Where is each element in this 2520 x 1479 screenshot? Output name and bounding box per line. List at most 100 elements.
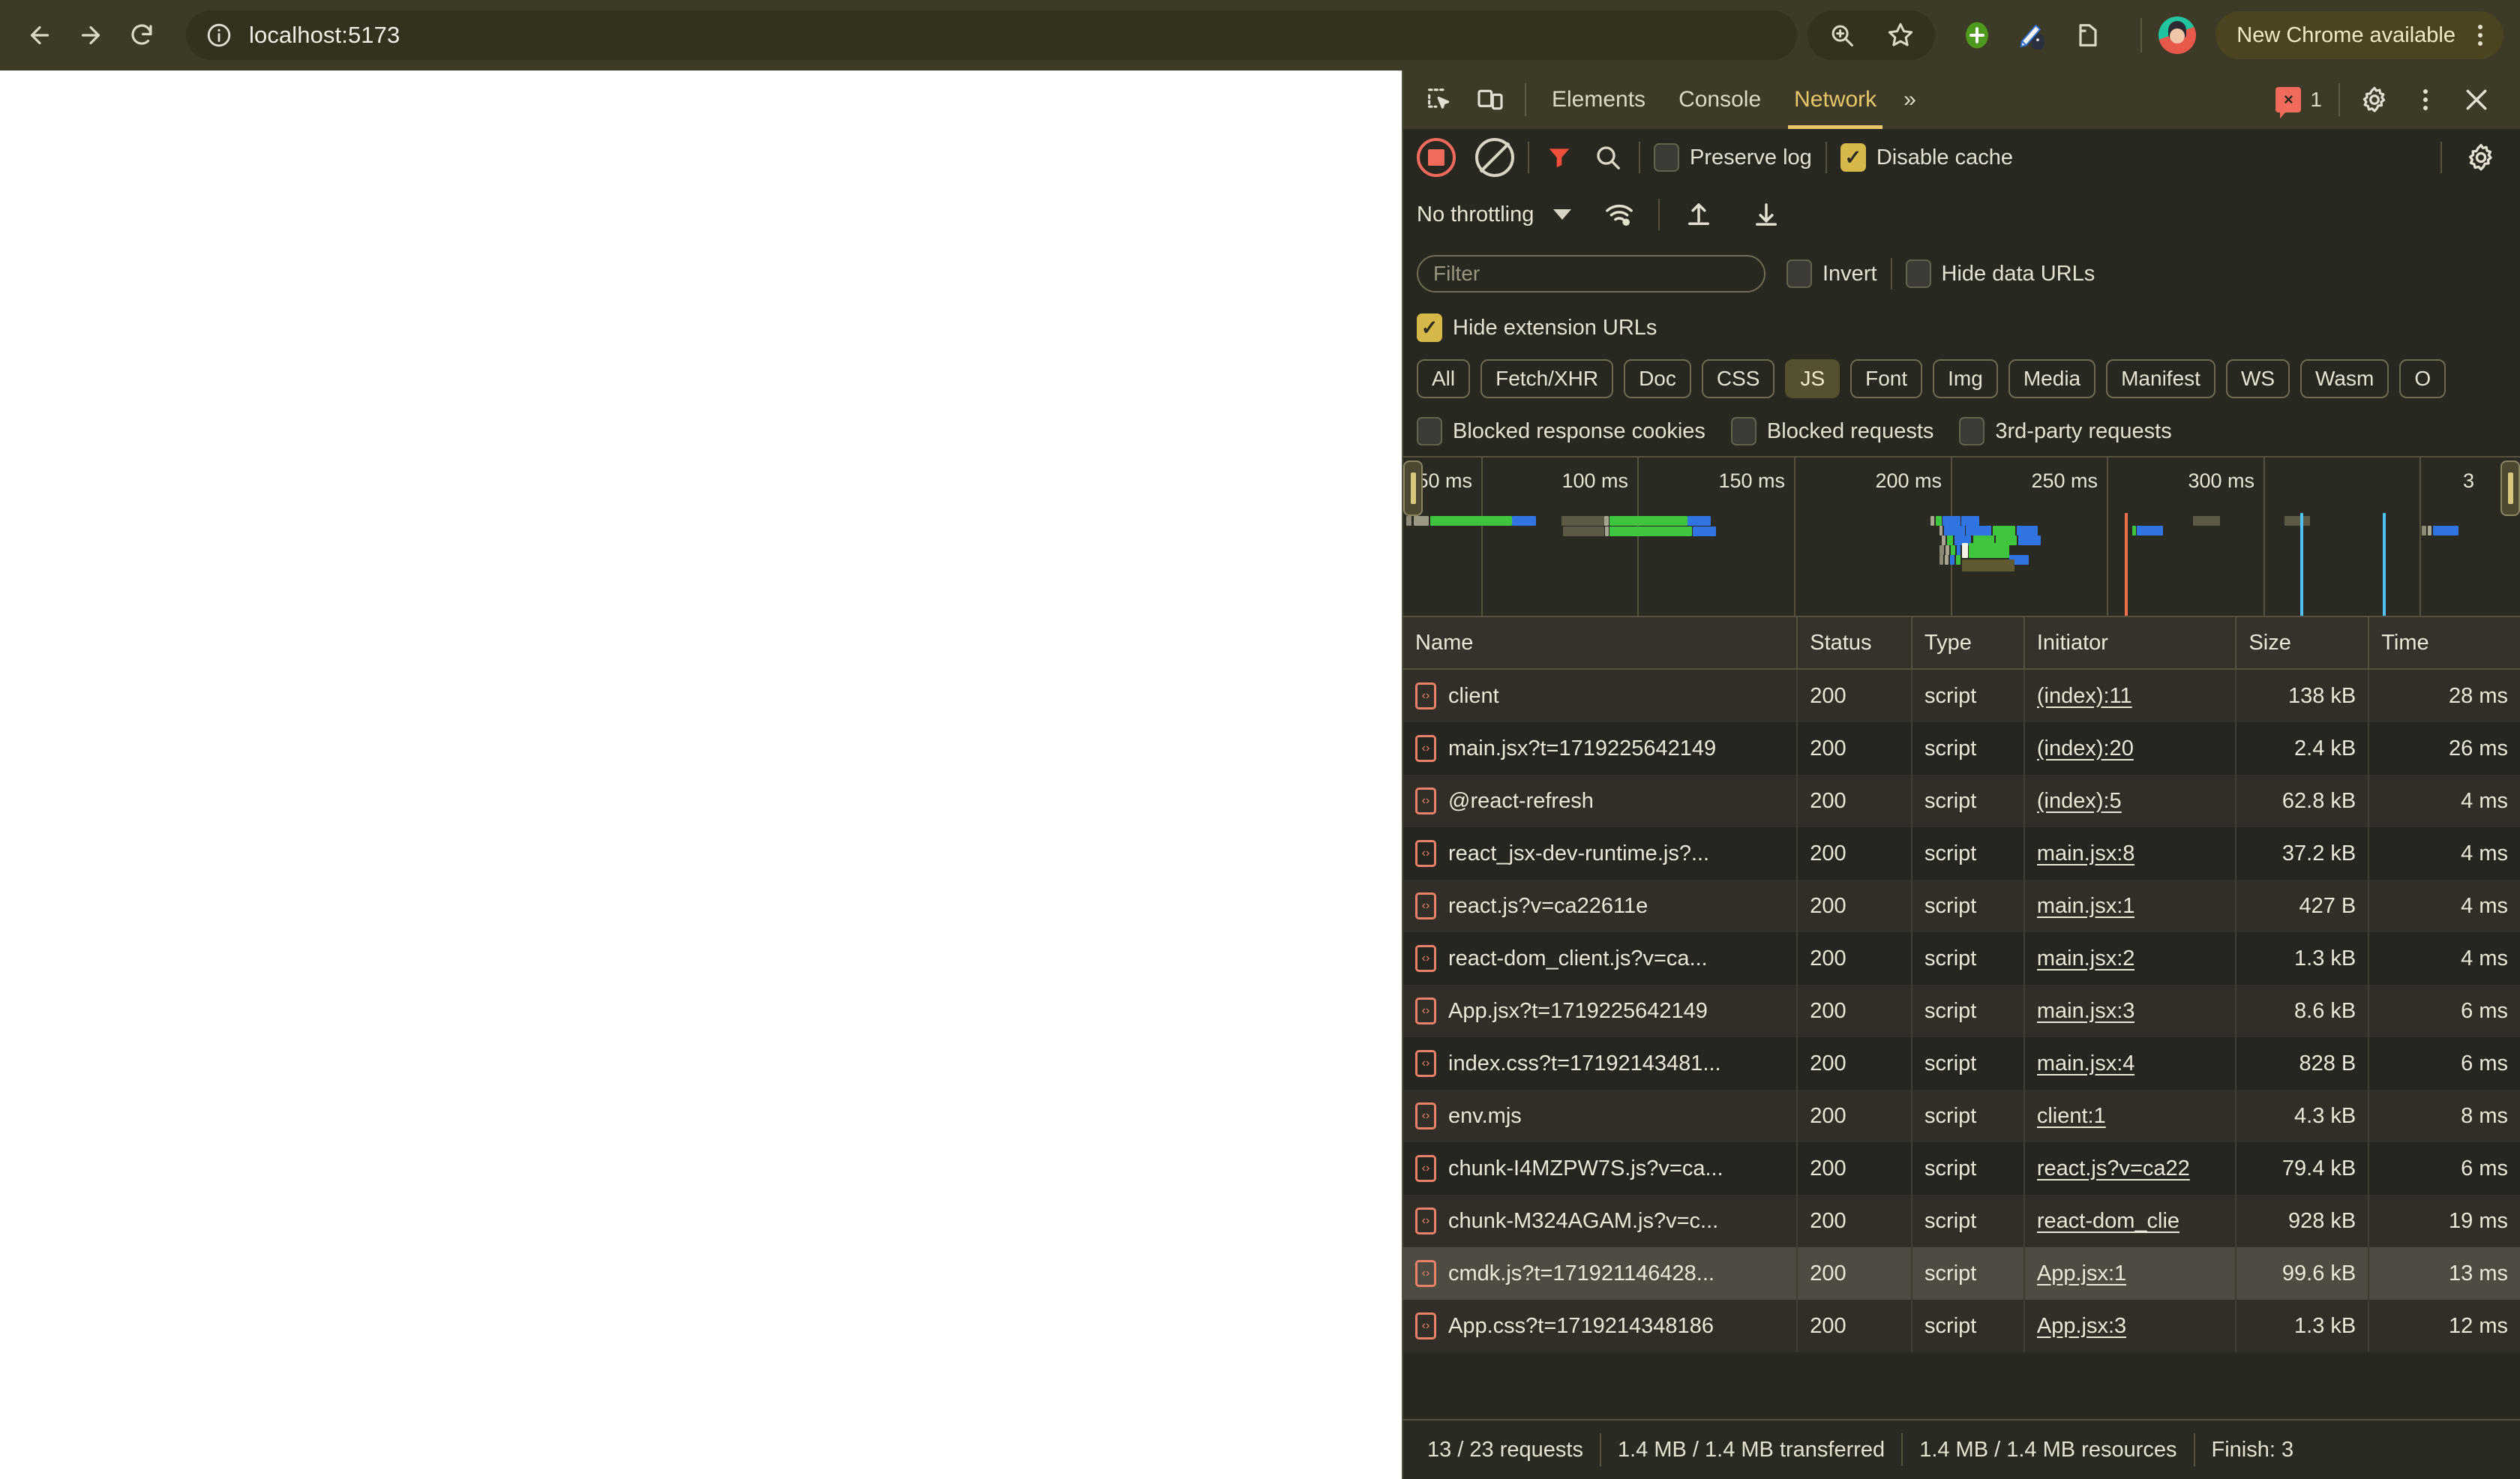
cell-initiator-text[interactable]: App.jsx:3 [2037, 1314, 2126, 1339]
cell-initiator[interactable]: react.js?v=ca22 [2025, 1142, 2237, 1195]
avatar[interactable] [2158, 16, 2197, 54]
column-header-size[interactable]: Size [2236, 617, 2370, 669]
table-row[interactable]: ‹› react.js?v=ca22611e 200 script main.jsx:1… [1403, 880, 2520, 932]
hide-extension-urls-box[interactable] [1417, 314, 1442, 342]
table-row[interactable]: ‹› react_jsx-dev-runtime.js?... 200 script m… [1403, 827, 2520, 880]
cell-initiator[interactable]: App.jsx:1 [2025, 1247, 2237, 1300]
invert-box[interactable] [1786, 260, 1812, 288]
cell-initiator[interactable]: main.jsx:1 [2025, 880, 2237, 932]
tab-network[interactable]: Network [1778, 70, 1893, 129]
error-badge[interactable]: × 1 [2276, 87, 2322, 118]
cell-initiator-text[interactable]: main.jsx:8 [2037, 842, 2135, 866]
hide-data-urls-checkbox[interactable]: Hide data URLs [1905, 260, 2095, 288]
tab-elements[interactable]: Elements [1535, 70, 1662, 129]
column-header-time[interactable]: Time [2369, 617, 2520, 669]
tab-organizer-icon[interactable] [2072, 19, 2104, 52]
clear-button[interactable] [1475, 138, 1514, 177]
cell-initiator[interactable]: react-dom_clie [2025, 1195, 2237, 1247]
table-row[interactable]: ‹› chunk-M324AGAM.js?v=c... 200 script react… [1403, 1195, 2520, 1247]
cell-initiator[interactable]: main.jsx:3 [2025, 985, 2237, 1037]
chip-manifest[interactable]: Manifest [2106, 359, 2216, 398]
back-button[interactable] [16, 12, 63, 58]
chip-css[interactable]: CSS [1701, 359, 1775, 398]
export-har-icon[interactable] [1745, 194, 1787, 236]
cell-initiator[interactable]: client:1 [2025, 1090, 2237, 1142]
column-header-status[interactable]: Status [1798, 617, 1913, 669]
overview-left-handle[interactable] [1403, 460, 1423, 516]
table-row[interactable]: ‹› @react-refresh 200 script (index):5 62.8 k… [1403, 775, 2520, 827]
table-row[interactable]: ‹› cmdk.js?t=171921146428... 200 script App.… [1403, 1247, 2520, 1300]
cell-initiator-text[interactable]: (index):20 [2037, 736, 2134, 761]
cell-initiator-text[interactable]: main.jsx:2 [2037, 946, 2135, 971]
cell-initiator[interactable]: (index):20 [2025, 722, 2237, 775]
chip-font[interactable]: Font [1850, 359, 1923, 398]
more-tabs-icon[interactable]: » [1893, 70, 1927, 129]
third-party-requests-box[interactable] [1959, 417, 1985, 446]
table-row[interactable]: ‹› App.css?t=1719214348186 200 script App.js… [1403, 1300, 2520, 1352]
pen-mouse-icon[interactable] [2016, 19, 2049, 52]
cell-initiator[interactable]: (index):11 [2025, 670, 2237, 722]
reload-button[interactable] [118, 12, 165, 58]
cell-initiator-text[interactable]: client:1 [2037, 1104, 2106, 1129]
chip-js[interactable]: JS [1785, 359, 1840, 398]
green-plus-circle-icon[interactable] [1960, 19, 1994, 52]
cell-initiator-text[interactable]: (index):11 [2037, 684, 2132, 709]
table-row[interactable]: ‹› App.jsx?t=1719225642149 200 script main.j… [1403, 985, 2520, 1037]
blocked-response-cookies-box[interactable] [1417, 417, 1442, 446]
column-header-name[interactable]: Name [1403, 617, 1798, 669]
third-party-requests-checkbox[interactable]: 3rd-party requests [1959, 417, 2172, 446]
filter-input[interactable] [1417, 255, 1766, 292]
inspect-element-icon[interactable] [1418, 79, 1460, 121]
chip-other[interactable]: O [2399, 359, 2446, 398]
chip-img[interactable]: Img [1933, 359, 1998, 398]
forward-button[interactable] [68, 12, 114, 58]
table-row[interactable]: ‹› chunk-I4MZPW7S.js?v=ca... 200 script reac… [1403, 1142, 2520, 1195]
table-row[interactable]: ‹› client 200 script (index):11 138 kB 28 ms [1403, 670, 2520, 722]
cell-initiator-text[interactable]: main.jsx:3 [2037, 999, 2135, 1024]
zoom-search-icon[interactable] [1826, 19, 1858, 52]
star-icon[interactable] [1884, 19, 1917, 52]
cell-initiator[interactable]: main.jsx:4 [2025, 1037, 2237, 1090]
disable-cache-box[interactable] [1840, 143, 1866, 172]
chip-all[interactable]: All [1417, 359, 1471, 398]
preserve-log-checkbox[interactable]: Preserve log [1654, 143, 1812, 172]
record-button[interactable] [1417, 138, 1456, 177]
preserve-log-box[interactable] [1654, 143, 1679, 172]
filter-icon[interactable] [1543, 141, 1576, 174]
network-overview[interactable]: 50 ms 100 ms 150 ms 200 ms 250 ms 300 ms… [1403, 456, 2520, 617]
import-har-icon[interactable] [1678, 194, 1720, 236]
chevron-down-icon[interactable] [1553, 209, 1572, 220]
column-header-initiator[interactable]: Initiator [2025, 617, 2237, 669]
table-row[interactable]: ‹› index.css?t=17192143481... 200 script mai… [1403, 1037, 2520, 1090]
network-settings-gear-icon[interactable] [2460, 136, 2502, 178]
site-info-icon[interactable] [206, 22, 232, 49]
chrome-update-button[interactable]: New Chrome available [2216, 11, 2504, 59]
wifi-settings-icon[interactable] [1598, 194, 1640, 236]
devtools-more-options-icon[interactable] [2404, 79, 2446, 121]
cell-initiator-text[interactable]: react.js?v=ca22 [2037, 1156, 2190, 1181]
cell-initiator-text[interactable]: App.jsx:1 [2037, 1262, 2126, 1286]
invert-checkbox[interactable]: Invert [1786, 260, 1877, 288]
table-row[interactable]: ‹› react-dom_client.js?v=ca... 200 script ma… [1403, 932, 2520, 985]
table-row[interactable]: ‹› main.jsx?t=1719225642149 200 script (inde… [1403, 722, 2520, 775]
address-bar[interactable]: localhost:5173 [186, 10, 1798, 60]
throttling-select[interactable]: No throttling [1417, 202, 1534, 227]
cell-initiator-text[interactable]: main.jsx:4 [2037, 1052, 2135, 1076]
search-icon[interactable] [1591, 140, 1625, 175]
blocked-requests-box[interactable] [1730, 417, 1756, 446]
cell-initiator-text[interactable]: (index):5 [2037, 789, 2122, 814]
chip-wasm[interactable]: Wasm [2300, 359, 2390, 398]
close-icon[interactable] [2456, 79, 2498, 121]
page-viewport[interactable] [0, 70, 1402, 1479]
cell-initiator[interactable]: main.jsx:2 [2025, 932, 2237, 985]
disable-cache-checkbox[interactable]: Disable cache [1840, 143, 2013, 172]
chip-ws[interactable]: WS [2225, 359, 2290, 398]
chip-fetch-xhr[interactable]: Fetch/XHR [1480, 359, 1614, 398]
device-toolbar-icon[interactable] [1469, 79, 1511, 121]
cell-initiator-text[interactable]: main.jsx:1 [2037, 894, 2135, 919]
cell-initiator-text[interactable]: react-dom_clie [2037, 1209, 2180, 1234]
overview-right-handle[interactable] [2500, 460, 2520, 516]
cell-initiator[interactable]: (index):5 [2025, 775, 2237, 827]
chip-media[interactable]: Media [2008, 359, 2096, 398]
blocked-response-cookies-checkbox[interactable]: Blocked response cookies [1417, 417, 1706, 446]
